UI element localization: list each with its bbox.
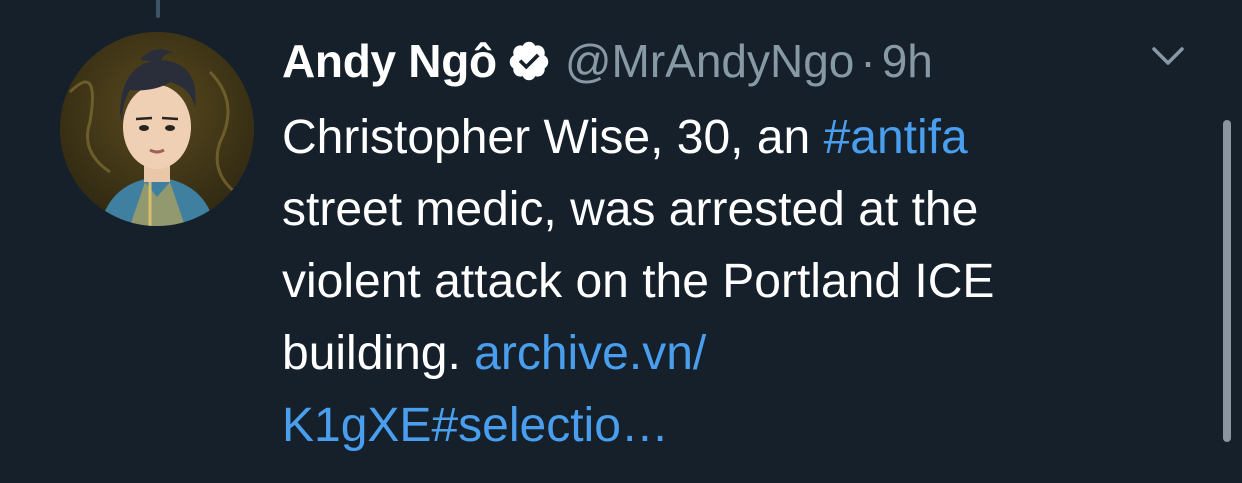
hashtag-link[interactable]: #antifa (824, 111, 968, 164)
chevron-down-icon[interactable] (1150, 44, 1186, 68)
separator-dot: · (860, 35, 876, 87)
author-handle[interactable]: @MrAndyNgo (565, 34, 855, 88)
tweet-text-segment: building. (282, 327, 475, 380)
url-link[interactable]: archive.vn/ (474, 327, 706, 380)
scrollbar-thumb[interactable] (1223, 120, 1231, 442)
tweet-text-line: violent attack on the Portland ICE (282, 246, 1182, 318)
tweet-body: Christopher Wise, 30, an #antifa street m… (282, 102, 1182, 462)
author-display-name[interactable]: Andy Ngô (282, 34, 497, 88)
avatar[interactable] (60, 32, 254, 226)
tweet-text-line: building. archive.vn/ (282, 318, 1182, 390)
tweet-text-line: street medic, was arrested at the (282, 174, 1182, 246)
tweet-text-segment: violent attack on the Portland ICE (282, 255, 995, 308)
tweet-timestamp[interactable]: 9h (882, 34, 933, 88)
thread-connector-line (156, 0, 160, 18)
verified-badge-icon (509, 41, 549, 81)
tweet-text-segment: Christopher Wise, 30, an (282, 111, 824, 164)
tweet-text-line: K1gXE#selectio… (282, 390, 1182, 462)
avatar-image (60, 32, 254, 226)
tweet-text-segment: street medic, was arrested at the (282, 183, 979, 236)
tweet-text-line: Christopher Wise, 30, an #antifa (282, 102, 1182, 174)
url-link[interactable]: K1gXE#selectio… (282, 399, 669, 452)
tweet-header: Andy Ngô @MrAndyNgo · 9h (282, 22, 933, 100)
